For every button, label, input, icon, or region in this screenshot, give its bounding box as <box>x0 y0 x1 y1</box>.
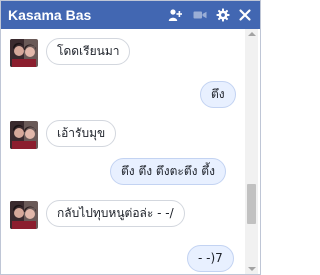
video-call-icon[interactable] <box>193 8 207 22</box>
scrollbar[interactable] <box>245 29 258 274</box>
scroll-up-arrow-icon[interactable] <box>248 32 256 36</box>
chat-window: Kasama Bas โดดเรียนมา ตึง เอ้ารับมุข ตึง… <box>0 0 261 275</box>
message-bubble-incoming[interactable]: เอ้ารับมุข <box>46 120 117 147</box>
message-list[interactable]: โดดเรียนมา ตึง เอ้ารับมุข ตึง ตึง ตึงตะต… <box>1 29 260 274</box>
message-bubble-outgoing[interactable]: ตึง <box>200 81 236 108</box>
close-icon[interactable] <box>238 8 252 22</box>
scroll-down-arrow-icon[interactable] <box>248 267 256 271</box>
chat-title[interactable]: Kasama Bas <box>8 7 91 23</box>
gear-icon[interactable] <box>216 8 230 22</box>
scrollbar-thumb[interactable] <box>247 184 256 224</box>
message-bubble-outgoing[interactable]: - -)7 <box>187 245 234 272</box>
avatar[interactable] <box>10 121 38 149</box>
avatar[interactable] <box>10 201 38 229</box>
avatar[interactable] <box>10 39 38 67</box>
message-bubble-outgoing[interactable]: ตึง ตึง ตึงตะตึง ตึ้ง <box>110 158 226 185</box>
add-friend-icon[interactable] <box>168 8 182 22</box>
message-bubble-incoming[interactable]: กลับไปทุบหนูต่อล่ะ - -/ <box>46 200 185 227</box>
message-bubble-incoming[interactable]: โดดเรียนมา <box>46 38 131 65</box>
chat-header[interactable]: Kasama Bas <box>1 1 260 29</box>
